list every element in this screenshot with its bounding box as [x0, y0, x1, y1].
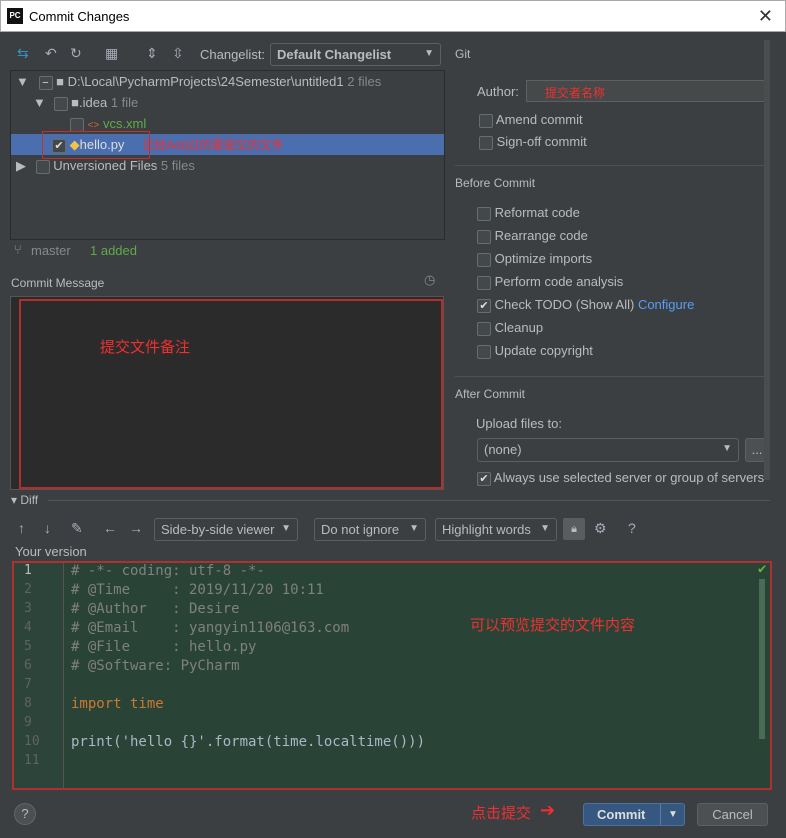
author-value: 提交者名称 [545, 86, 606, 100]
expand-icon[interactable]: ▼ [16, 74, 29, 89]
commit-message-annotation: 提交文件备注 [100, 339, 191, 356]
git-label: Git [455, 47, 471, 61]
annotation-box [19, 299, 443, 489]
forward-icon[interactable]: → [129, 520, 143, 536]
configure-link[interactable]: Configure [638, 297, 694, 312]
tree-row-idea[interactable]: ▼ ■.idea 1 file [11, 92, 444, 113]
move-changes-icon[interactable]: ⇆ [17, 45, 29, 62]
divider [455, 165, 770, 166]
scrollbar[interactable] [764, 40, 770, 480]
hello-annotation: 已经Add过的要提交的文件 [142, 138, 284, 152]
cancel-button[interactable]: Cancel [697, 803, 768, 826]
help-icon[interactable]: ? [628, 520, 636, 536]
group-by-icon[interactable]: ▦ [105, 45, 118, 62]
changelist-select[interactable]: Default Changelist ▼ [270, 43, 441, 66]
expand-icon[interactable]: ▼ [33, 95, 46, 110]
unversioned-name: Unversioned Files [53, 158, 158, 173]
changelist-value: Default Changelist [277, 47, 392, 62]
chevron-down-icon: ▼ [722, 443, 732, 454]
window-title: Commit Changes [29, 9, 130, 24]
viewer-select[interactable]: Side-by-side viewer ▼ [154, 518, 298, 541]
before-commit-label: Before Commit [455, 176, 536, 190]
optimize-imports-checkbox[interactable]: Optimize imports [477, 251, 592, 267]
chevron-down-icon: ▼ [424, 48, 434, 59]
code-viewer[interactable]: 1 # -*- coding: utf-8 -*- 2 # @Time : 2019/… [12, 561, 772, 790]
ignore-select[interactable]: Do not ignore ▼ [314, 518, 426, 541]
folder-icon: ■ [56, 74, 64, 89]
gear-icon[interactable]: ⚙ [594, 520, 607, 537]
lock-icon[interactable]: 🔒︎ [563, 518, 585, 540]
commit-annotation: 点击提交 [471, 805, 532, 822]
commit-message-label: Commit Message [11, 276, 105, 290]
back-icon[interactable]: ← [103, 520, 117, 536]
app-logo: PC [7, 8, 23, 24]
check-icon: ✔ [758, 561, 767, 577]
vcs-checkbox[interactable] [70, 117, 84, 132]
author-label: Author: [477, 84, 519, 99]
your-version-label: Your version [15, 544, 87, 559]
vcs-name: vcs.xml [102, 116, 147, 131]
amend-commit-checkbox[interactable]: Amend commit [479, 112, 583, 128]
expand-icon[interactable]: ▶ [16, 158, 26, 173]
root-path: D:\Local\PycharmProjects\24Semester\unti… [67, 74, 344, 89]
history-icon[interactable]: ◷ [424, 272, 435, 288]
divider [455, 376, 770, 377]
status-summary: 1 added [90, 243, 137, 258]
cleanup-checkbox[interactable]: Cleanup [477, 320, 543, 336]
branch-name: master [31, 243, 71, 258]
signoff-commit-checkbox[interactable]: Sign-off commit [479, 134, 587, 150]
after-commit-label: After Commit [455, 387, 526, 401]
changelist-label: Changelist: [200, 47, 266, 62]
commit-button[interactable]: Commit ▼ [583, 803, 685, 826]
arrow-icon: ➔ [540, 800, 556, 820]
rollback-icon[interactable]: ↶ [45, 45, 57, 62]
code-analysis-checkbox[interactable]: Perform code analysis [477, 274, 623, 290]
update-copyright-checkbox[interactable]: Update copyright [477, 343, 593, 359]
rearrange-code-checkbox[interactable]: Rearrange code [477, 228, 588, 244]
idea-checkbox[interactable] [53, 96, 68, 111]
diff-toggle[interactable]: ▾ Diff [11, 493, 38, 507]
upload-label: Upload files to: [476, 416, 562, 431]
chevron-down-icon[interactable]: ▼ [660, 804, 678, 825]
divider [48, 500, 770, 501]
edit-icon[interactable]: ✎ [71, 520, 83, 537]
collapse-all-icon[interactable]: ⇳ [172, 45, 184, 62]
commit-message-input[interactable]: 提交文件备注 [10, 296, 444, 490]
close-icon[interactable]: ✕ [758, 6, 773, 27]
scrollbar[interactable] [759, 579, 765, 739]
next-diff-icon[interactable]: ↓ [44, 520, 51, 536]
title-bar: PC Commit Changes ✕ [0, 0, 786, 32]
author-input[interactable]: 提交者名称 [526, 80, 766, 102]
root-count: 2 files [347, 74, 382, 89]
root-checkbox[interactable]: − [38, 75, 53, 90]
xml-file-icon: <> [87, 120, 100, 131]
highlight-select[interactable]: Highlight words ▼ [435, 518, 557, 541]
unversioned-checkbox[interactable] [35, 159, 50, 174]
refresh-icon[interactable]: ↻ [70, 45, 82, 62]
unversioned-count: 5 files [160, 158, 195, 173]
always-use-server-checkbox[interactable]: ✔ Always use selected server or group of… [477, 470, 764, 486]
upload-select[interactable]: (none) ▼ [477, 438, 739, 462]
idea-count: 1 file [110, 95, 139, 110]
annotation-box [12, 561, 772, 790]
help-button[interactable]: ? [14, 803, 36, 825]
diff-annotation: 可以预览提交的文件内容 [470, 617, 636, 634]
tree-row-unversioned[interactable]: ▶ Unversioned Files 5 files [11, 155, 444, 176]
branch-icon: ⑂ [14, 242, 22, 257]
changes-tree: ▼ − ■ D:\Local\PycharmProjects\24Semeste… [10, 70, 445, 240]
reformat-code-checkbox[interactable]: Reformat code [477, 205, 580, 221]
expand-all-icon[interactable]: ⇕ [146, 45, 158, 62]
prev-diff-icon[interactable]: ↑ [18, 520, 25, 536]
check-todo-checkbox[interactable]: ✔ Check TODO (Show All) Configure [477, 297, 694, 313]
folder-icon: ■ [71, 95, 79, 110]
tree-row-root[interactable]: ▼ − ■ D:\Local\PycharmProjects\24Semeste… [11, 71, 444, 92]
idea-name: .idea [78, 95, 108, 110]
